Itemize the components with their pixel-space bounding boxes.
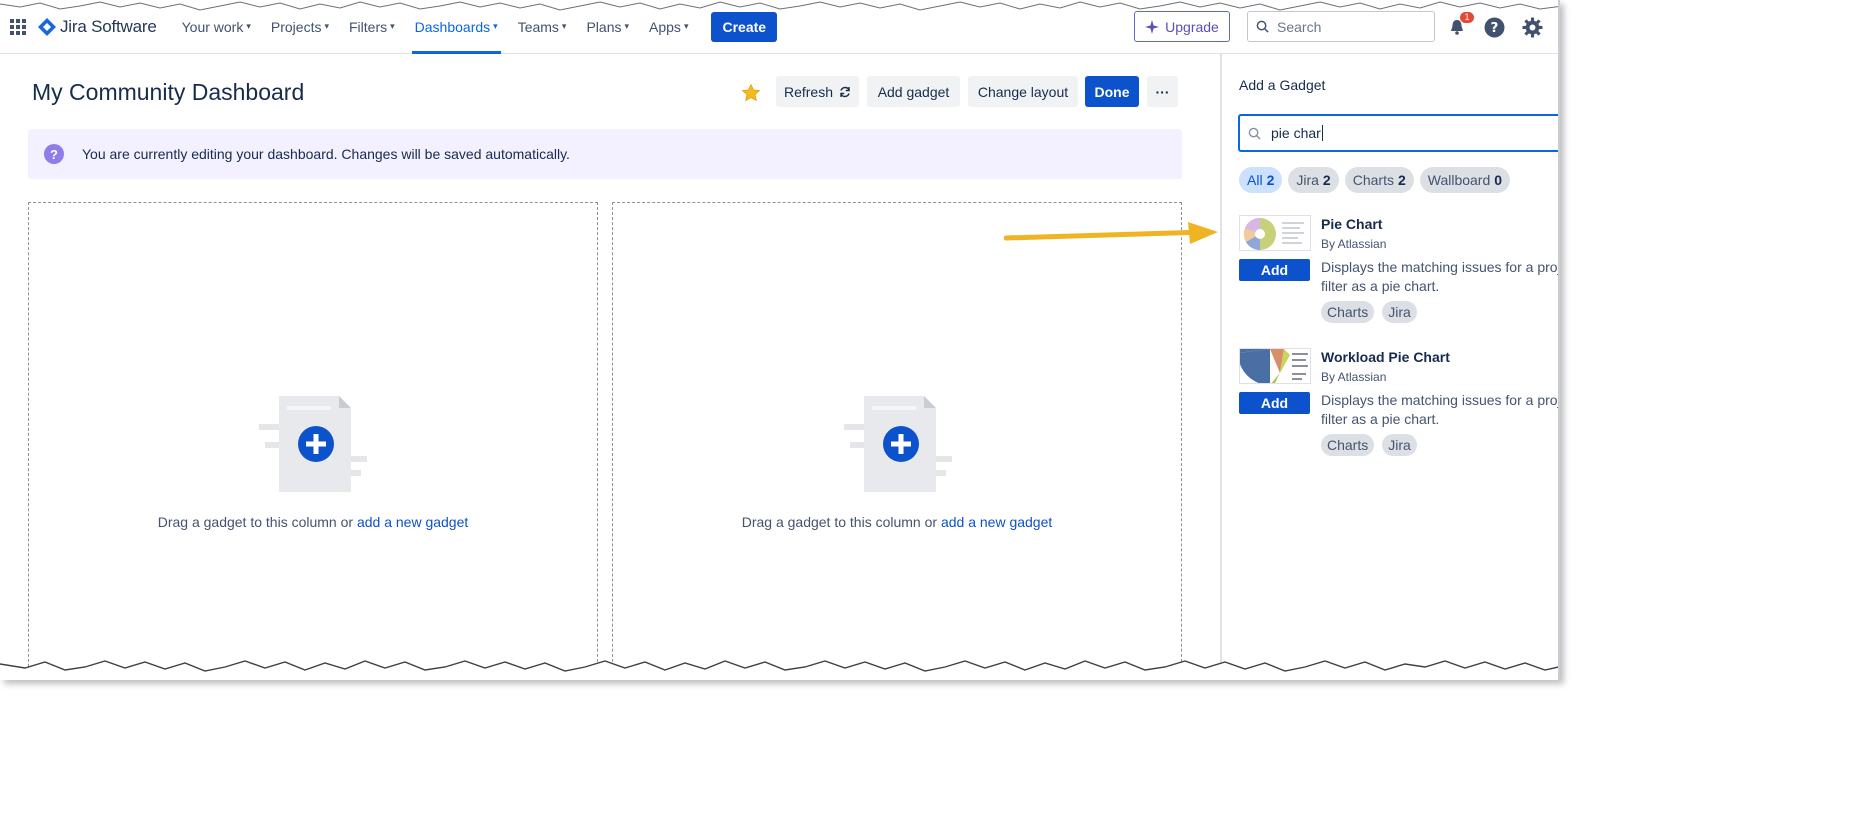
chip-all[interactable]: All 2 (1239, 167, 1283, 193)
torn-edge-top (0, 0, 1558, 11)
chevron-down-icon: ▾ (624, 21, 630, 31)
page-title: My Community Dashboard (32, 79, 305, 105)
create-button[interactable]: Create (711, 11, 778, 42)
gadget-name: Pie Chart (1321, 216, 1383, 232)
chevron-down-icon: ▾ (561, 21, 567, 31)
add-workload-pie-chart-button[interactable]: Add (1239, 392, 1310, 414)
gadget-author: By Atlassian (1321, 237, 1387, 251)
question-icon: ? (44, 144, 64, 164)
annotation-arrow-icon (1003, 222, 1220, 253)
add-gadget-panel: Add a Gadget pie char All 2 Jira 2 Charts 2… (1220, 54, 1560, 680)
global-search-input[interactable]: Search (1247, 11, 1435, 42)
tag-charts: Charts (1321, 301, 1375, 323)
screenshot-frame: Jira Software Your work ▾ Projects ▾ Filte… (0, 0, 1560, 680)
refresh-icon (840, 86, 850, 97)
done-button[interactable]: Done (1085, 76, 1139, 107)
pie-chart-thumbnail (1239, 215, 1311, 251)
gadget-description: Displays the matching issues for a proje… (1321, 259, 1560, 294)
add-new-gadget-link[interactable]: add a new gadget (941, 514, 1052, 530)
add-gadget-illustration-icon (259, 396, 369, 496)
settings-gear-icon[interactable] (1520, 15, 1544, 39)
gadget-tags: Charts Jira (1321, 434, 1417, 456)
add-gadget-button[interactable]: Add gadget (867, 76, 960, 107)
column-empty-text: Drag a gadget to this column or add a ne… (741, 514, 1053, 530)
dashboard-column-1[interactable]: Drag a gadget to this column or add a ne… (28, 202, 598, 680)
search-icon (1256, 20, 1269, 33)
gadget-search-value: pie char (1271, 125, 1321, 141)
chevron-down-icon: ▾ (683, 21, 689, 31)
logo-text: Jira Software (60, 16, 157, 36)
more-actions-button[interactable]: ··· (1147, 76, 1178, 107)
chevron-down-icon: ▾ (493, 21, 498, 31)
dashboard-column-2[interactable]: Drag a gadget to this column or add a ne… (612, 202, 1182, 680)
gadget-search-input[interactable]: pie char (1238, 114, 1558, 152)
sparkle-icon (1145, 19, 1160, 34)
tag-jira: Jira (1382, 434, 1417, 456)
jira-logo-icon (38, 17, 56, 36)
gadget-name: Workload Pie Chart (1321, 349, 1450, 365)
refresh-button[interactable]: Refresh (776, 76, 859, 107)
text-cursor (1321, 125, 1323, 141)
add-new-gadget-link[interactable]: add a new gadget (357, 514, 468, 530)
add-pie-chart-button[interactable]: Add (1239, 259, 1310, 281)
category-filter-chips: All 2 Jira 2 Charts 2 Wallboard 0 (1239, 167, 1511, 193)
search-icon (1248, 127, 1261, 140)
panel-title: Add a Gadget (1239, 77, 1326, 93)
gadget-description: Displays the matching issues for a proje… (1321, 392, 1560, 427)
tag-jira: Jira (1382, 301, 1417, 323)
upgrade-button[interactable]: Upgrade (1134, 11, 1230, 42)
chevron-down-icon: ▾ (246, 21, 251, 31)
search-placeholder: Search (1277, 18, 1322, 35)
gadget-tags: Charts Jira (1321, 301, 1417, 323)
help-icon[interactable]: ? (1482, 15, 1506, 39)
star-favorite-icon[interactable] (741, 83, 761, 108)
chip-charts[interactable]: Charts 2 (1344, 167, 1414, 193)
chevron-down-icon: ▾ (324, 21, 329, 31)
column-empty-text: Drag a gadget to this column or add a ne… (157, 514, 469, 530)
editing-info-banner: ? You are currently editing your dashboa… (28, 129, 1182, 179)
add-gadget-illustration-icon (844, 396, 954, 496)
banner-text: You are currently editing your dashboard… (82, 146, 570, 162)
workload-pie-chart-thumbnail (1239, 348, 1311, 384)
torn-edge-bottom (0, 660, 1558, 680)
tag-charts: Charts (1321, 434, 1375, 456)
jira-logo[interactable]: Jira Software (38, 17, 157, 37)
chip-jira[interactable]: Jira 2 (1288, 167, 1339, 193)
svg-text:?: ? (1490, 20, 1498, 36)
change-layout-button[interactable]: Change layout (968, 76, 1078, 107)
chip-wallboard[interactable]: Wallboard 0 (1419, 167, 1511, 193)
gadget-author: By Atlassian (1321, 370, 1387, 384)
chevron-down-icon: ▾ (390, 21, 395, 31)
